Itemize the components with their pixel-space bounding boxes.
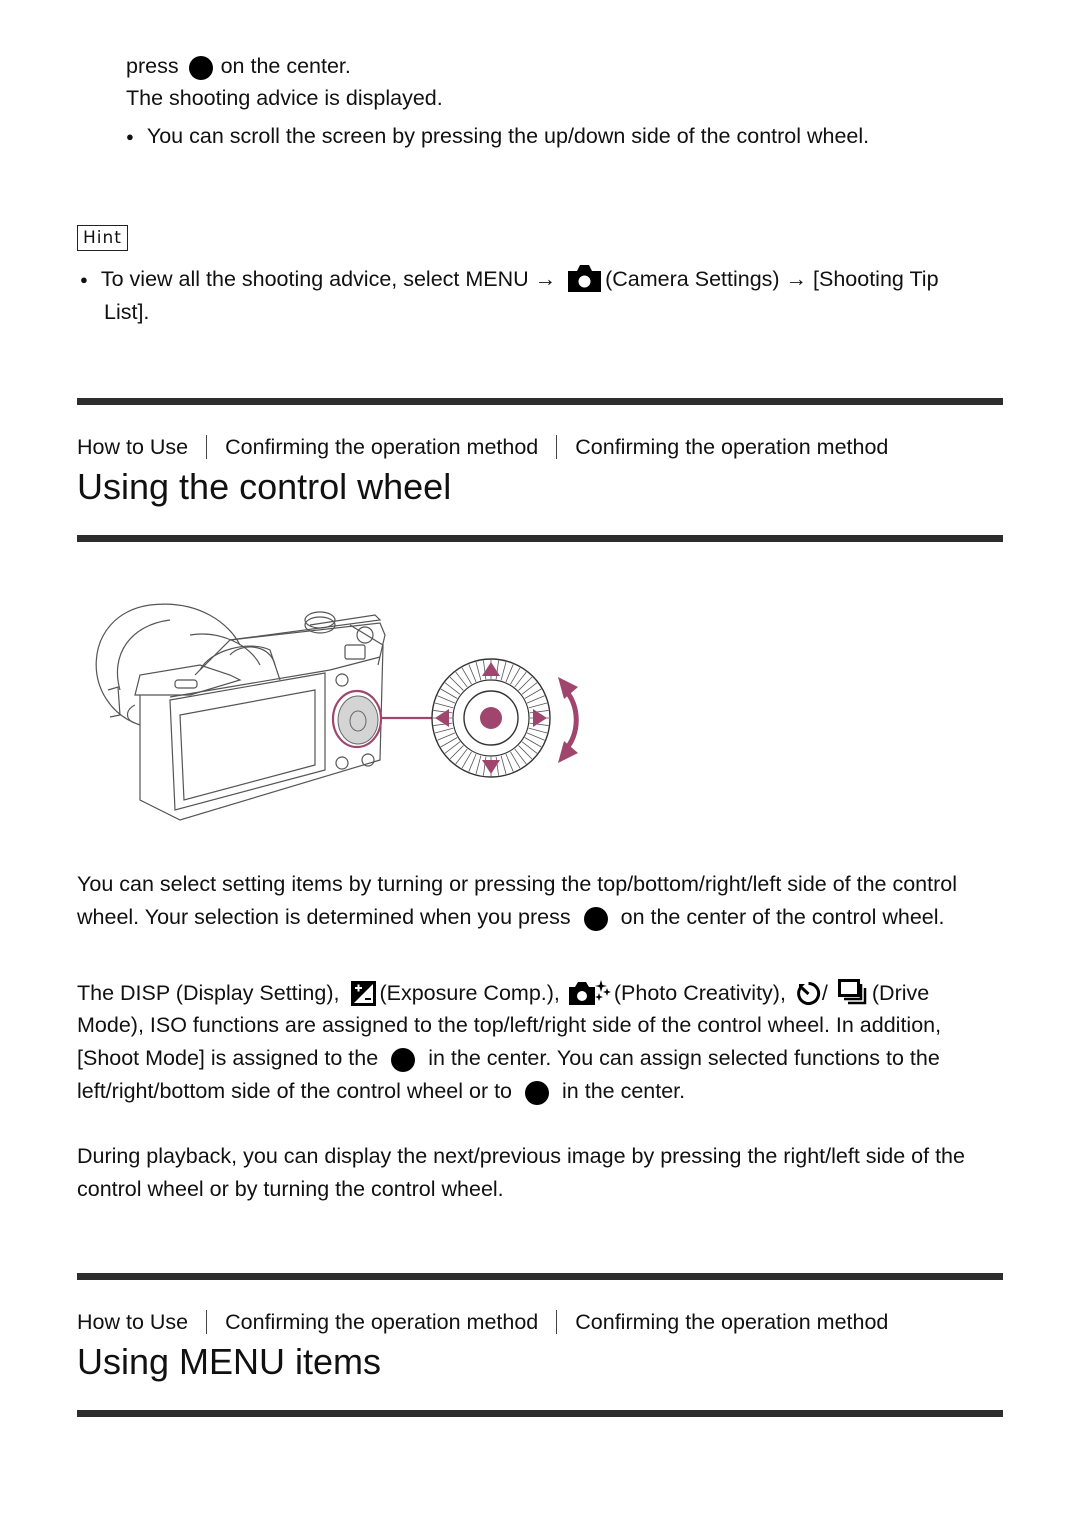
bullet-icon: ● xyxy=(80,272,88,287)
center-button-icon xyxy=(391,1048,416,1072)
step-text: press xyxy=(126,54,179,78)
paragraph-text: wheel. Your selection is determined when… xyxy=(77,905,571,929)
paragraph-line: You can select setting items by turning … xyxy=(77,872,957,896)
hint-label: Hint xyxy=(77,225,128,251)
paragraph-text: The DISP (Display Setting), xyxy=(77,981,340,1005)
step-result-text: The shooting advice is displayed. xyxy=(126,86,443,110)
continuous-shooting-icon xyxy=(837,979,868,1006)
breadcrumb-item[interactable]: How to Use xyxy=(77,435,188,459)
step-text: on the center. xyxy=(220,54,351,78)
paragraph-text: [Shoot Mode] is assigned to the xyxy=(77,1046,379,1070)
step-line-press-center: press on the center. xyxy=(126,50,351,83)
bullet-icon: ● xyxy=(126,129,134,144)
page-title: Using the control wheel xyxy=(77,466,452,507)
center-button-icon xyxy=(188,56,213,80)
hint-text: (Camera Settings) → [Shooting Tip xyxy=(605,267,939,291)
hint-text-line2: List]. xyxy=(104,300,150,324)
camera-illustration xyxy=(95,603,579,821)
paragraph-line: wheel. Your selection is determined when… xyxy=(77,901,945,934)
page-title: Using MENU items xyxy=(77,1341,382,1382)
section-divider xyxy=(77,398,1003,405)
center-button-icon xyxy=(525,1081,550,1105)
paragraph-line: Mode), ISO functions are assigned to the… xyxy=(77,1013,942,1037)
breadcrumb-item[interactable]: Confirming the operation method xyxy=(575,435,888,459)
paragraph-text: on the center of the control wheel. xyxy=(620,905,945,929)
breadcrumb-separator xyxy=(556,435,558,459)
section-divider xyxy=(77,1273,1003,1280)
paragraph-text: / xyxy=(821,981,828,1005)
hint-bullet: ● To view all the shooting advice, select… xyxy=(80,263,939,296)
control-wheel-figure xyxy=(80,595,600,830)
self-timer-icon xyxy=(796,981,821,1006)
step-note-text: You can scroll the screen by pressing th… xyxy=(146,124,870,148)
paragraph-line: [Shoot Mode] is assigned to the in the ce… xyxy=(77,1042,940,1075)
breadcrumb-separator xyxy=(206,435,208,459)
breadcrumb-item[interactable]: Confirming the operation method xyxy=(225,435,538,459)
paragraph-text: (Photo Creativity), xyxy=(613,981,786,1005)
paragraph-line: The DISP (Display Setting), (Exposure Co… xyxy=(77,977,929,1010)
section-divider xyxy=(77,1410,1003,1417)
breadcrumb: How to Use Confirming the operation metho… xyxy=(77,1307,888,1337)
center-button-icon xyxy=(583,907,608,931)
camera-settings-icon xyxy=(568,264,602,292)
control-wheel-diagram xyxy=(431,658,551,778)
paragraph-text: in the center. xyxy=(562,1079,686,1103)
paragraph-text: (Drive xyxy=(871,981,930,1005)
hint-text: To view all the shooting advice, select … xyxy=(100,267,557,291)
breadcrumb-separator xyxy=(556,1310,558,1334)
paragraph-line: During playback, you can display the nex… xyxy=(77,1144,965,1168)
breadcrumb-separator xyxy=(206,1310,208,1334)
paragraph-line: left/right/bottom side of the control wh… xyxy=(77,1075,685,1108)
paragraph-line: control wheel or by turning the control … xyxy=(77,1177,504,1201)
exposure-comp-icon xyxy=(351,981,377,1006)
section-divider xyxy=(77,535,1003,542)
paragraph-text: left/right/bottom side of the control wh… xyxy=(77,1079,513,1103)
photo-creativity-icon xyxy=(568,978,611,1006)
breadcrumb-item[interactable]: How to Use xyxy=(77,1310,188,1334)
rotate-arrow-icon xyxy=(558,677,579,763)
step-note: ● You can scroll the screen by pressing t… xyxy=(126,120,869,153)
center-button-icon xyxy=(480,707,502,729)
breadcrumb: How to Use Confirming the operation metho… xyxy=(77,432,888,462)
paragraph-text: in the center. You can assign selected f… xyxy=(428,1046,940,1070)
paragraph-text: (Exposure Comp.), xyxy=(379,981,560,1005)
breadcrumb-item[interactable]: Confirming the operation method xyxy=(575,1310,888,1334)
breadcrumb-item[interactable]: Confirming the operation method xyxy=(225,1310,538,1334)
